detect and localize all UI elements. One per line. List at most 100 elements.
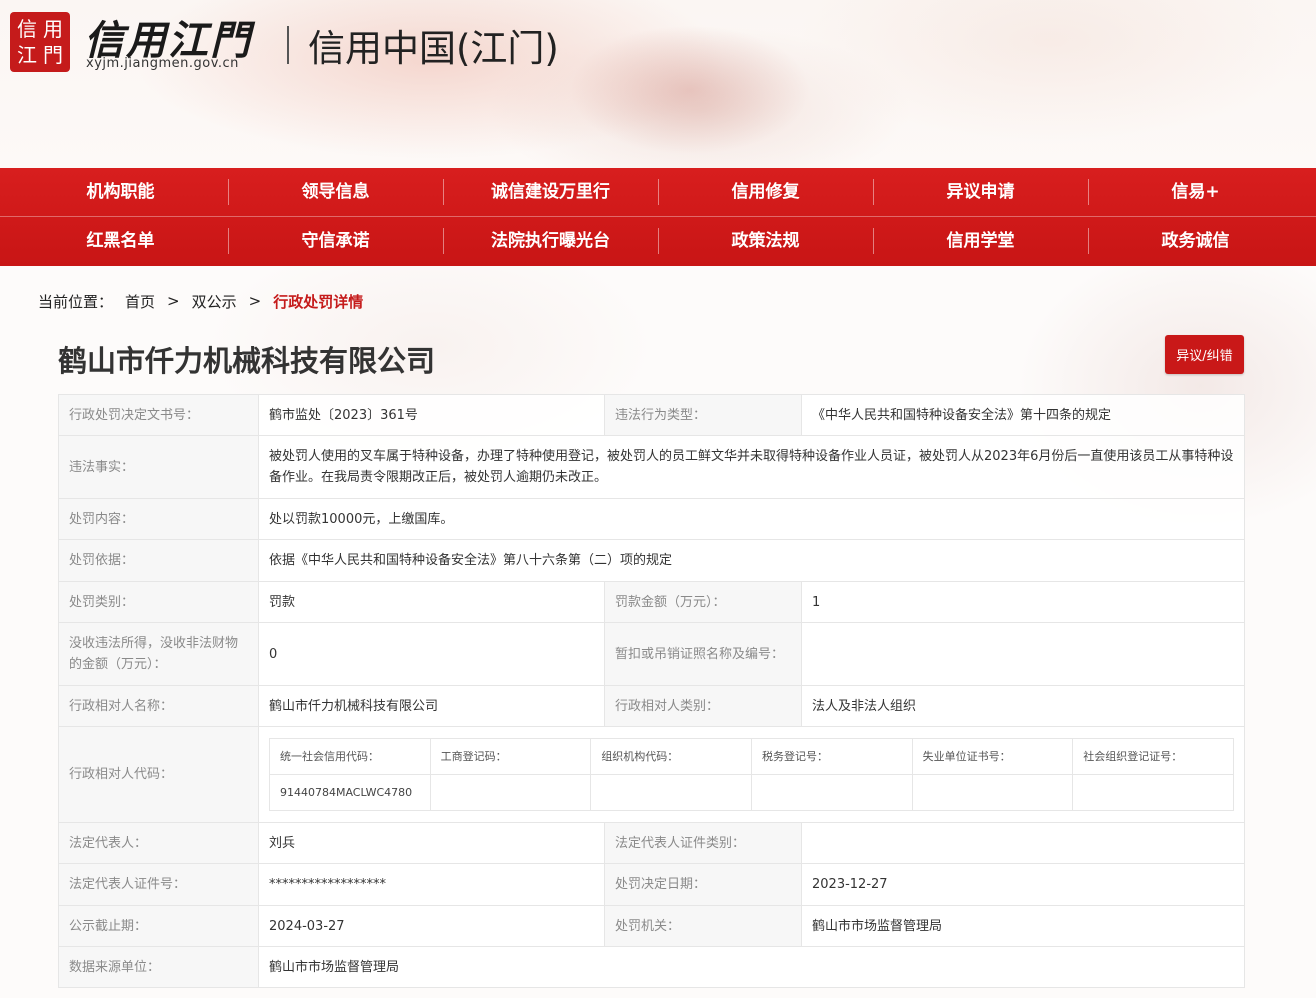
penalty-amount-value: 1 bbox=[801, 581, 1245, 623]
seal-char: 門 bbox=[43, 43, 63, 67]
code-value-row: 91440784MACLWC4780 bbox=[269, 774, 1234, 811]
table-row: 行政处罚决定文书号： 鹤市监处〔2023〕361号 违法行为类型： 《中华人民共… bbox=[58, 394, 1245, 436]
breadcrumb-section[interactable]: 双公示 bbox=[192, 291, 237, 312]
field-label: 处罚机关： bbox=[604, 905, 802, 947]
field-label: 法定代表人证件类别： bbox=[604, 822, 802, 864]
field-label: 行政相对人类别： bbox=[604, 685, 802, 727]
data-source-value: 鹤山市市场监督管理局 bbox=[258, 946, 1245, 988]
code-header: 工商登记码： bbox=[429, 738, 592, 775]
authority-value: 鹤山市市场监督管理局 bbox=[801, 905, 1245, 947]
code-value bbox=[590, 774, 752, 811]
seal-char: 信 bbox=[17, 17, 37, 41]
field-label: 处罚内容： bbox=[58, 498, 259, 540]
logo-divider bbox=[287, 26, 289, 64]
breadcrumb-label: 当前位置： bbox=[38, 292, 114, 311]
party-type-value: 法人及非法人组织 bbox=[801, 685, 1245, 727]
objection-button[interactable]: 异议/纠错 bbox=[1165, 335, 1244, 374]
table-row: 没收违法所得，没收非法财物的金额（万元）： 0 暂扣或吊销证照名称及编号： bbox=[58, 622, 1245, 686]
nav-item-credit-school[interactable]: 信用学堂 bbox=[873, 217, 1088, 265]
nav-item-credit-pledge[interactable]: 守信承诺 bbox=[228, 217, 443, 265]
confiscation-value: 0 bbox=[258, 622, 605, 686]
violation-type-value: 《中华人民共和国特种设备安全法》第十四条的规定 bbox=[801, 394, 1245, 436]
code-value: 91440784MACLWC4780 bbox=[269, 774, 431, 811]
table-row: 违法事实： 被处罚人使用的叉车属于特种设备，办理了特种使用登记，被处罚人的员工鲜… bbox=[58, 435, 1245, 499]
field-label: 处罚依据： bbox=[58, 539, 259, 582]
breadcrumb-home[interactable]: 首页 bbox=[125, 291, 155, 312]
doc-number-value: 鹤市监处〔2023〕361号 bbox=[258, 394, 605, 436]
table-row: 法定代表人： 刘兵 法定代表人证件类别： bbox=[58, 822, 1245, 864]
field-label: 公示截止期： bbox=[58, 905, 259, 947]
breadcrumb-separator: > bbox=[248, 292, 262, 310]
nav-item-xinyi-plus[interactable]: 信易+ bbox=[1088, 168, 1303, 216]
nav-item-institution[interactable]: 机构职能 bbox=[13, 168, 228, 216]
publish-deadline-value: 2024-03-27 bbox=[258, 905, 605, 947]
field-label: 违法事实： bbox=[58, 435, 259, 499]
table-row: 公示截止期： 2024-03-27 处罚机关： 鹤山市市场监督管理局 bbox=[58, 905, 1245, 947]
seal-char: 用 bbox=[43, 17, 63, 41]
table-row: 行政相对人名称： 鹤山市仟力机械科技有限公司 行政相对人类别： 法人及非法人组织 bbox=[58, 685, 1245, 727]
code-header: 失业单位证书号： bbox=[911, 738, 1074, 775]
table-row: 处罚内容： 处以罚款10000元，上缴国库。 bbox=[58, 498, 1245, 540]
table-row: 数据来源单位： 鹤山市市场监督管理局 bbox=[58, 946, 1245, 988]
code-header: 统一社会信用代码： bbox=[269, 738, 431, 775]
table-row: 法定代表人证件号： ****************** 处罚决定日期： 202… bbox=[58, 863, 1245, 906]
legal-rep-id-value: ****************** bbox=[258, 863, 605, 906]
field-label: 行政相对人代码： bbox=[58, 726, 259, 823]
breadcrumb-separator: > bbox=[167, 292, 180, 310]
nav-item-integrity-tour[interactable]: 诚信建设万里行 bbox=[443, 168, 658, 216]
seal-char: 江 bbox=[17, 43, 37, 67]
violation-facts-value: 被处罚人使用的叉车属于特种设备，办理了特种使用登记，被处罚人的员工鲜文华并未取得… bbox=[258, 435, 1245, 499]
code-header-row: 统一社会信用代码： 工商登记码： 组织机构代码： 税务登记号： 失业单位证书号：… bbox=[269, 738, 1234, 775]
field-label: 处罚决定日期： bbox=[604, 863, 802, 906]
nav-item-leadership[interactable]: 领导信息 bbox=[228, 168, 443, 216]
penalty-basis-value: 依据《中华人民共和国特种设备安全法》第八十六条第（二）项的规定 bbox=[258, 539, 1245, 582]
table-row: 处罚依据： 依据《中华人民共和国特种设备安全法》第八十六条第（二）项的规定 bbox=[58, 539, 1245, 582]
code-value bbox=[429, 774, 592, 811]
field-label: 法定代表人： bbox=[58, 822, 259, 864]
table-row: 行政相对人代码： 统一社会信用代码： 工商登记码： 组织机构代码： 税务登记号：… bbox=[58, 726, 1245, 823]
logo-url: xyjm.jiangmen.gov.cn bbox=[86, 56, 239, 71]
field-label: 暂扣或吊销证照名称及编号： bbox=[604, 622, 802, 686]
field-label: 行政处罚决定文书号： bbox=[58, 394, 259, 436]
field-label: 没收违法所得，没收非法财物的金额（万元）： bbox=[58, 622, 259, 686]
field-label: 法定代表人证件号： bbox=[58, 863, 259, 906]
code-header: 组织机构代码： bbox=[590, 738, 752, 775]
breadcrumb-current: 行政处罚详情 bbox=[273, 292, 364, 311]
license-value bbox=[801, 622, 1245, 686]
code-header: 税务登记号： bbox=[750, 738, 913, 775]
nav-item-policies[interactable]: 政策法规 bbox=[658, 217, 873, 265]
site-header: 信 用 江 門 信用江門 xyjm.jiangmen.gov.cn 信用中国(江… bbox=[0, 0, 1316, 168]
nav-row-2: 红黑名单 守信承诺 法院执行曝光台 政策法规 信用学堂 政务诚信 bbox=[13, 217, 1303, 265]
main-nav: 机构职能 领导信息 诚信建设万里行 信用修复 异议申请 信易+ 红黑名单 守信承… bbox=[0, 168, 1316, 266]
table-row: 处罚类别： 罚款 罚款金额（万元）： 1 bbox=[58, 581, 1245, 623]
field-label: 行政相对人名称： bbox=[58, 685, 259, 727]
page-title: 鹤山市仟力机械科技有限公司 bbox=[58, 344, 436, 378]
site-title: 信用中国(江门) bbox=[308, 27, 559, 70]
header-decoration bbox=[560, 20, 820, 160]
breadcrumb: 当前位置： 首页 > 双公示 > 行政处罚详情 bbox=[38, 291, 363, 311]
nav-row-1: 机构职能 领导信息 诚信建设万里行 信用修复 异议申请 信易+ bbox=[13, 168, 1303, 216]
nav-item-red-black-list[interactable]: 红黑名单 bbox=[13, 217, 228, 265]
party-name-value: 鹤山市仟力机械科技有限公司 bbox=[258, 685, 605, 727]
party-code-cell: 统一社会信用代码： 工商登记码： 组织机构代码： 税务登记号： 失业单位证书号：… bbox=[258, 726, 1245, 823]
field-label: 违法行为类型： bbox=[604, 394, 802, 436]
field-label: 数据来源单位： bbox=[58, 946, 259, 988]
code-value bbox=[750, 774, 913, 811]
code-value bbox=[911, 774, 1074, 811]
penalty-details-table: 行政处罚决定文书号： 鹤市监处〔2023〕361号 违法行为类型： 《中华人民共… bbox=[58, 394, 1245, 988]
nav-item-objection[interactable]: 异议申请 bbox=[873, 168, 1088, 216]
nav-item-credit-repair[interactable]: 信用修复 bbox=[658, 168, 873, 216]
legal-rep-value: 刘兵 bbox=[258, 822, 605, 864]
code-value bbox=[1072, 774, 1234, 811]
nav-item-gov-integrity[interactable]: 政务诚信 bbox=[1088, 217, 1303, 265]
party-code-table: 统一社会信用代码： 工商登记码： 组织机构代码： 税务登记号： 失业单位证书号：… bbox=[269, 738, 1234, 811]
field-label: 处罚类别： bbox=[58, 581, 259, 623]
code-header: 社会组织登记证号： bbox=[1072, 738, 1234, 775]
decision-date-value: 2023-12-27 bbox=[801, 863, 1245, 906]
legal-rep-id-type-value bbox=[801, 822, 1245, 864]
penalty-category-value: 罚款 bbox=[258, 581, 605, 623]
logo-seal[interactable]: 信 用 江 門 bbox=[10, 12, 70, 72]
nav-item-court-exposure[interactable]: 法院执行曝光台 bbox=[443, 217, 658, 265]
penalty-content-value: 处以罚款10000元，上缴国库。 bbox=[258, 498, 1245, 540]
field-label: 罚款金额（万元）： bbox=[604, 581, 802, 623]
